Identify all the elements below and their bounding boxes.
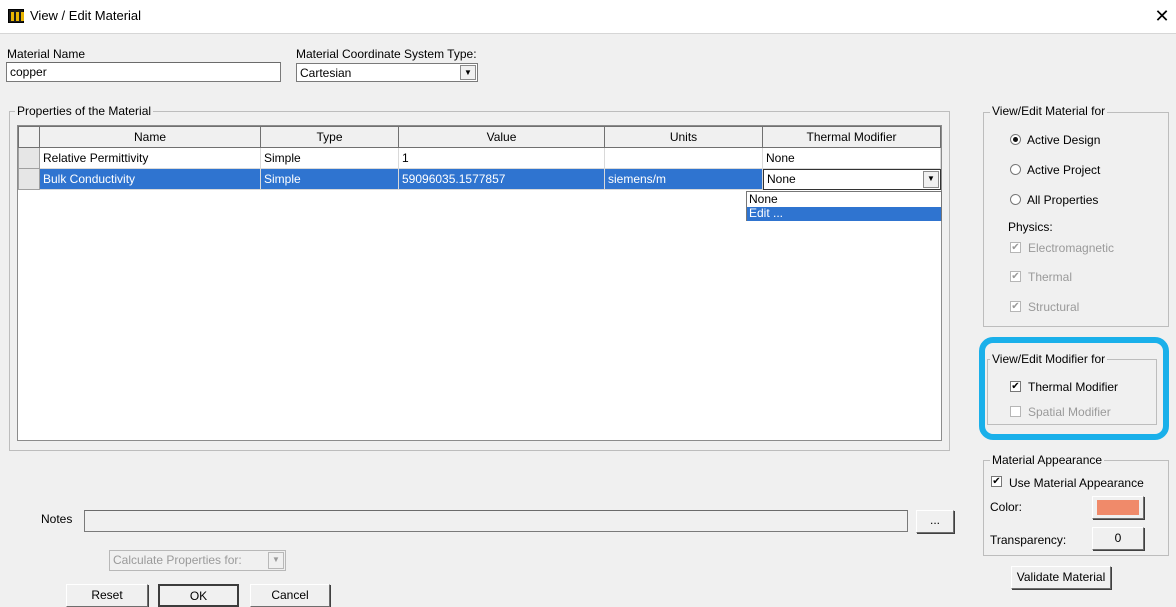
highlight-ring bbox=[979, 337, 1169, 440]
row-header[interactable] bbox=[18, 169, 40, 190]
chevron-down-icon[interactable]: ▼ bbox=[460, 65, 476, 80]
notes-input[interactable] bbox=[84, 510, 908, 532]
appearance-label: Material Appearance bbox=[990, 453, 1105, 467]
col-header-type[interactable]: Type bbox=[261, 126, 399, 148]
transparency-button[interactable]: 0 bbox=[1092, 527, 1144, 550]
physics-label: Physics: bbox=[1008, 220, 1053, 234]
validate-material-button[interactable]: Validate Material bbox=[1011, 566, 1111, 589]
radio-active-project-label[interactable]: Active Project bbox=[1027, 163, 1100, 177]
reset-button[interactable]: Reset bbox=[66, 584, 148, 607]
radio-all-properties-label[interactable]: All Properties bbox=[1027, 193, 1098, 207]
radio-active-project[interactable] bbox=[1010, 164, 1021, 175]
thermal-modifier-value: None bbox=[767, 172, 796, 186]
cell-value[interactable]: 1 bbox=[399, 148, 605, 169]
cell-name[interactable]: Bulk Conductivity bbox=[40, 169, 261, 190]
corner-header bbox=[18, 126, 40, 148]
checkbox-electromagnetic: ✔ bbox=[1010, 242, 1021, 253]
radio-active-design[interactable] bbox=[1010, 134, 1021, 145]
transparency-label: Transparency: bbox=[990, 533, 1067, 547]
material-name-input[interactable]: copper bbox=[6, 62, 281, 82]
calculate-properties-select: Calculate Properties for: ▼ bbox=[109, 550, 286, 571]
ok-button[interactable]: OK bbox=[158, 584, 239, 607]
close-icon[interactable]: ✕ bbox=[1150, 4, 1174, 28]
properties-table[interactable]: Name Type Value Units Thermal Modifier R… bbox=[17, 125, 942, 441]
coord-system-select[interactable]: Cartesian ▼ bbox=[296, 63, 478, 82]
cell-thermal-modifier[interactable]: None bbox=[763, 148, 941, 169]
structural-label: Structural bbox=[1028, 300, 1080, 314]
properties-group-label: Properties of the Material bbox=[15, 104, 154, 118]
checkbox-thermal: ✔ bbox=[1010, 271, 1021, 282]
notes-browse-button[interactable]: ... bbox=[916, 510, 954, 533]
window-title: View / Edit Material bbox=[30, 8, 142, 23]
checkbox-structural: ✔ bbox=[1010, 301, 1021, 312]
chevron-down-icon: ▼ bbox=[268, 552, 284, 569]
row-header[interactable] bbox=[18, 148, 40, 169]
color-label: Color: bbox=[990, 500, 1023, 514]
thermal-label: Thermal bbox=[1028, 270, 1073, 284]
dropdown-option-edit[interactable]: Edit ... bbox=[747, 207, 941, 221]
dropdown-option-none[interactable]: None bbox=[747, 193, 941, 207]
color-button[interactable] bbox=[1092, 496, 1144, 519]
coord-system-value: Cartesian bbox=[300, 66, 352, 80]
title-bar bbox=[0, 0, 1176, 34]
electromagnetic-label: Electromagnetic bbox=[1028, 241, 1115, 255]
notes-label: Notes bbox=[41, 512, 73, 526]
radio-active-design-label[interactable]: Active Design bbox=[1027, 133, 1100, 147]
view-edit-for-label: View/Edit Material for bbox=[990, 104, 1108, 118]
calculate-properties-value: Calculate Properties for: bbox=[113, 553, 242, 567]
use-appearance-label[interactable]: Use Material Appearance bbox=[1009, 476, 1144, 490]
cell-name[interactable]: Relative Permittivity bbox=[40, 148, 261, 169]
col-header-name[interactable]: Name bbox=[40, 126, 261, 148]
color-swatch bbox=[1097, 500, 1139, 515]
cancel-button[interactable]: Cancel bbox=[250, 584, 330, 607]
app-icon bbox=[8, 9, 24, 23]
material-name-label: Material Name bbox=[7, 47, 86, 61]
cell-type[interactable]: Simple bbox=[261, 169, 399, 190]
col-header-thermal-modifier[interactable]: Thermal Modifier bbox=[763, 126, 941, 148]
cell-type[interactable]: Simple bbox=[261, 148, 399, 169]
chevron-down-icon[interactable]: ▼ bbox=[923, 171, 939, 188]
thermal-modifier-dropdown[interactable]: None Edit ... bbox=[746, 191, 942, 221]
checkbox-use-appearance[interactable]: ✔ bbox=[991, 476, 1002, 487]
cell-value[interactable]: 59096035.1577857 bbox=[399, 169, 605, 190]
col-header-value[interactable]: Value bbox=[399, 126, 605, 148]
cell-units[interactable] bbox=[605, 148, 763, 169]
thermal-modifier-select[interactable]: None ▼ bbox=[763, 169, 941, 190]
coord-system-label: Material Coordinate System Type: bbox=[296, 47, 477, 61]
cell-units[interactable]: siemens/m bbox=[605, 169, 763, 190]
radio-all-properties[interactable] bbox=[1010, 194, 1021, 205]
col-header-units[interactable]: Units bbox=[605, 126, 763, 148]
